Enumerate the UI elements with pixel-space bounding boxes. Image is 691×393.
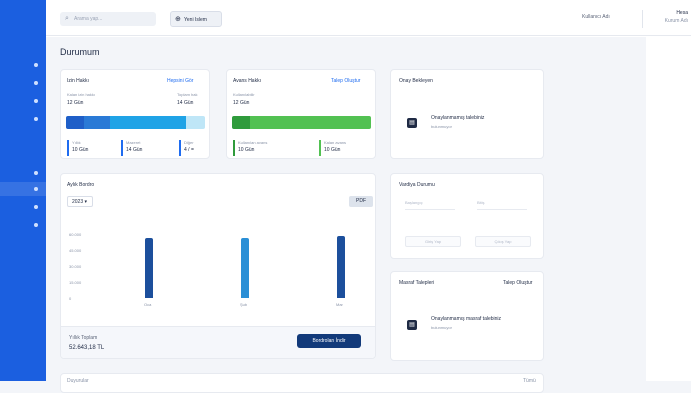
- create-expense-link[interactable]: Talep Oluştur: [503, 280, 532, 286]
- x-tick-label: Mar: [336, 302, 343, 307]
- x-tick-label: Şub: [240, 302, 248, 307]
- end-field[interactable]: Bitiş: [477, 200, 527, 210]
- card-title: Onay Bekleyen: [399, 78, 433, 84]
- legend-item: Mazeret 14 Gün: [121, 140, 142, 156]
- search-icon: ⌕: [65, 15, 69, 22]
- payroll-card: Aylık Bordro 2023 ▾ PDF 60.000 45.000 30…: [60, 173, 376, 359]
- dot-icon: [34, 117, 38, 121]
- x-tick-label: Oca: [144, 302, 152, 307]
- document-icon: ▤: [407, 320, 417, 330]
- account-menu[interactable]: Hesa Kurum Adı: [658, 9, 688, 25]
- leave-card: Izin Hakkı Hepsini Gör Kalan izin hakkı …: [60, 69, 210, 159]
- leave-progress-bar: [66, 116, 205, 129]
- user-name[interactable]: Kullanıcı Adı: [582, 14, 610, 20]
- download-payroll-button[interactable]: Bordroları İndir: [297, 334, 361, 348]
- divider: [642, 10, 643, 28]
- plus-icon: ⊕: [175, 16, 181, 23]
- card-title: Izin Hakkı: [67, 78, 89, 84]
- bar-segment: [232, 116, 250, 129]
- view-all-link[interactable]: Hepsini Gör: [167, 78, 193, 84]
- expense-requests-card: Masraf Talepleri Talep Oluştur ▤ Onaylan…: [390, 271, 544, 361]
- pending-approvals-card: Onay Bekleyen ▤ Onaylanmamış talebiniz b…: [390, 69, 544, 159]
- bar-segment: [250, 116, 371, 129]
- advance-card: Avans Hakkı Talep Oluştur Kullanılabilir…: [226, 69, 376, 159]
- chart-bar: [337, 236, 345, 298]
- legend-item: Kullanılan avans 10 Gün: [233, 140, 267, 156]
- dot-icon: [34, 223, 38, 227]
- dot-icon: [34, 187, 38, 191]
- sidebar-item-8[interactable]: [0, 218, 46, 232]
- top-bar: ⌕ Arama yap... ⊕ Yeni Islem Kullanıcı Ad…: [46, 0, 691, 36]
- bar-segment: [110, 116, 186, 129]
- dot-icon: [34, 63, 38, 67]
- card-title: Vardiya Durumu: [399, 182, 435, 188]
- document-icon: ▤: [407, 118, 417, 128]
- sidebar-item-2[interactable]: [0, 76, 46, 90]
- page-title: Durumum: [60, 47, 100, 57]
- bar-segment: [186, 116, 205, 129]
- start-field[interactable]: Başlangıç: [405, 200, 455, 210]
- card-title: Masraf Talepleri: [399, 280, 435, 286]
- sidebar-item-3[interactable]: [0, 94, 46, 108]
- dot-icon: [34, 81, 38, 85]
- chart-bar: [241, 238, 249, 298]
- card-title: Avans Hakkı: [233, 78, 261, 84]
- check-out-button[interactable]: Çıkış Yap: [475, 236, 531, 247]
- bar-segment: [84, 116, 110, 129]
- sidebar-item-6[interactable]: [0, 182, 46, 196]
- legend-item: Diğer 4 / =: [179, 140, 194, 156]
- shift-card: Vardiya Durumu Başlangıç Bitiş Giriş Yap…: [390, 173, 544, 259]
- dot-icon: [34, 171, 38, 175]
- sidebar-item-4[interactable]: [0, 112, 46, 126]
- sidebar-item-5[interactable]: [0, 166, 46, 180]
- main-content: Durumum Izin Hakkı Hepsini Gör Kalan izi…: [46, 37, 646, 393]
- advance-progress-bar: [232, 116, 371, 129]
- chart-bar: [145, 238, 153, 298]
- sidebar: [0, 0, 46, 381]
- card-title: Duyurular: [67, 378, 89, 384]
- check-in-button[interactable]: Giriş Yap: [405, 236, 461, 247]
- bar-segment: [66, 116, 84, 129]
- dot-icon: [34, 99, 38, 103]
- dot-icon: [34, 205, 38, 209]
- sidebar-item-7[interactable]: [0, 200, 46, 214]
- legend-item: Kalan avans 10 Gün: [319, 140, 346, 156]
- search-input[interactable]: ⌕ Arama yap...: [60, 12, 156, 26]
- new-request-button[interactable]: ⊕ Yeni Islem: [170, 11, 222, 27]
- legend-item: Yıllık 10 Gün: [67, 140, 88, 156]
- view-all-link[interactable]: Tümü: [523, 378, 536, 384]
- sidebar-item-1[interactable]: [0, 58, 46, 72]
- announcements-card: Duyurular Tümü: [60, 373, 544, 393]
- app-window: ⌕ Arama yap... ⊕ Yeni Islem Kullanıcı Ad…: [0, 0, 691, 393]
- create-request-link[interactable]: Talep Oluştur: [331, 78, 360, 84]
